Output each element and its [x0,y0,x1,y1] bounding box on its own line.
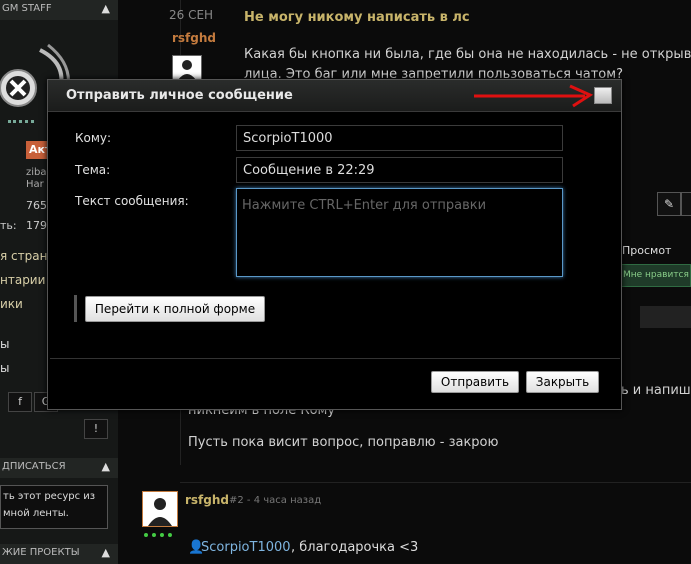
sidebar-header-label: GM STAFF [2,3,52,14]
status-badge: Акт [26,141,48,159]
rating-dots [144,533,172,537]
subscribe-box[interactable]: ть этот ресурс из мной ленты. [0,485,108,529]
post-divider [180,482,691,483]
views-label: Просмот [622,244,672,257]
chevron-up-icon[interactable]: ▲ [102,460,110,473]
message-label: Текст сообщения: [75,194,189,208]
post-text-fragment: ь и напиш [621,383,691,398]
sidebar-link-5[interactable]: ы [0,361,9,375]
status-badge-label: Акт [29,143,48,156]
sidebar-link-3[interactable]: ики [0,297,23,311]
chevron-up-icon[interactable]: ▲ [102,546,110,559]
post-date: 26 СЕН [169,8,214,22]
post-author[interactable]: rsfghd [172,31,216,45]
avatar[interactable] [142,491,178,527]
trash-button[interactable] [681,192,691,216]
message-textarea[interactable] [236,188,563,277]
projects-header-label: ЖИЕ ПРОЕКТЫ [2,547,80,558]
rating-dots [8,120,34,124]
stat-label: ть: [0,219,17,232]
private-message-dialog: Отправить личное сообщение Кому: Тема: Т… [47,79,622,410]
sidebar-header-staff[interactable]: GM STAFF ▲ [0,0,118,20]
to-label: Кому: [75,131,112,145]
full-form-button[interactable]: Перейти к полной форме [85,296,265,322]
user-silhouette-icon [143,492,177,526]
user-name-fragment: ziba [26,167,47,178]
report-button[interactable]: ! [84,419,108,439]
to-input[interactable] [236,125,563,151]
likes-bar[interactable]: Мне нравится + [618,264,691,287]
facebook-icon[interactable]: f [8,392,32,412]
sidebar-link-4[interactable]: ы [0,337,9,351]
pencil-icon: ✎ [663,197,675,211]
subject-label: Тема: [75,163,111,177]
subscribe-header-label: ДПИСАТЬСЯ [2,461,66,472]
red-arrow-annotation [474,84,594,108]
post2-meta: #2 - 4 часа назад [229,495,322,506]
user-silhouette-icon [178,60,196,80]
stat-value-2: 179 [26,219,47,232]
close-button[interactable]: Закрыть [526,371,599,393]
stat-value-1: 765 [26,199,47,212]
subscribe-header: ДПИСАТЬСЯ ▲ [0,458,118,478]
reply-text: , благодарочка <3 [291,540,419,555]
avatar[interactable] [172,55,202,81]
topic-title[interactable]: Не могу никому написать в лс [244,10,470,25]
post-text-line-1: Какая бы кнопка ни была, где бы она не н… [244,47,691,62]
button-bar-accent [74,295,77,322]
post2-author[interactable]: rsfghd [185,493,229,507]
projects-header: ЖИЕ ПРОЕКТЫ ▲ [0,544,118,564]
mention-link[interactable]: ScorpioT1000 [201,540,291,555]
dialog-separator [50,358,620,359]
subscribe-text-2: мной ленты. [3,508,69,519]
dialog-title: Отправить личное сообщение [66,88,293,103]
bar-fragment [640,306,691,328]
post-text-close: Пусть пока висит вопрос, поправлю - закр… [188,435,499,450]
chevron-up-icon[interactable]: ▲ [102,2,110,15]
subscribe-text-1: ть этот ресурс из [3,491,96,502]
send-button[interactable]: Отправить [431,371,519,393]
user-group-fragment: Har [26,179,44,190]
subject-input[interactable] [236,157,563,183]
edit-button[interactable]: ✎ [657,192,681,216]
